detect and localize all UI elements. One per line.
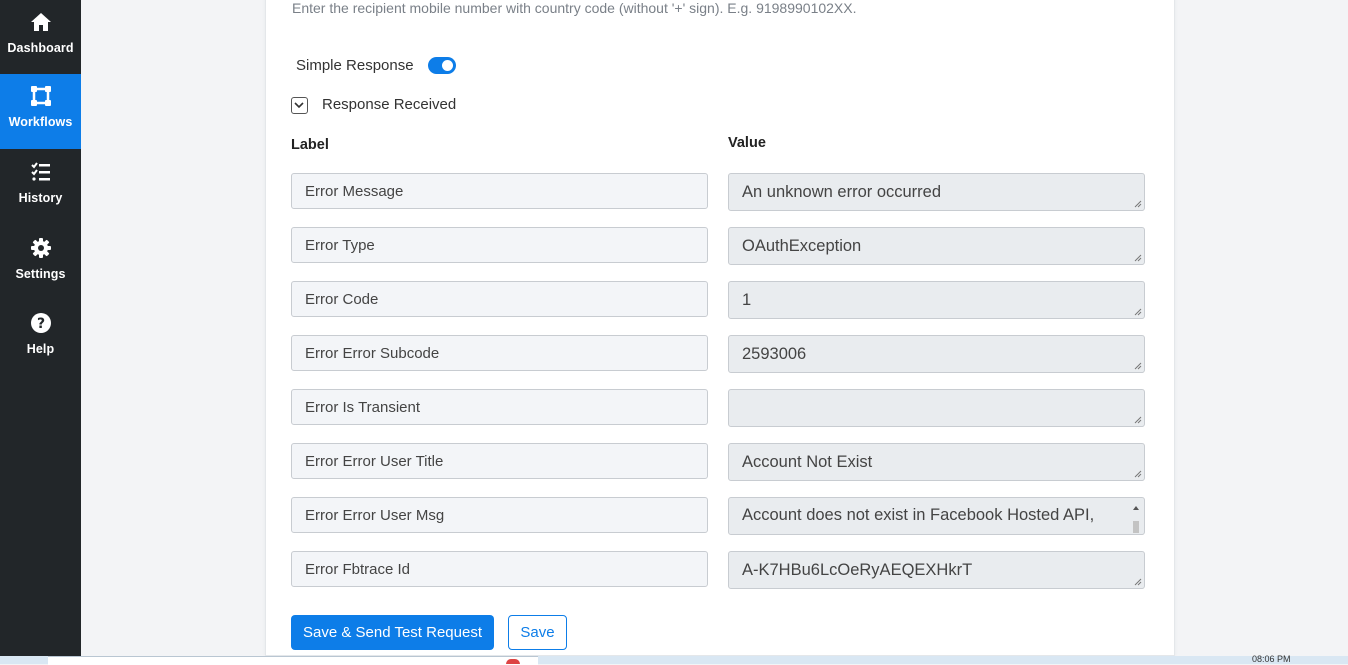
sidebar-item-label: Settings <box>15 267 66 281</box>
save-and-send-test-request-button[interactable]: Save & Send Test Request <box>291 615 494 650</box>
resize-grip-icon[interactable] <box>1134 200 1142 208</box>
sidebar-item-label: History <box>18 191 63 205</box>
textarea-scrollbar[interactable] <box>1130 501 1142 534</box>
label-field[interactable]: Error Type <box>291 227 708 263</box>
svg-text:?: ? <box>37 316 45 332</box>
resize-grip-icon[interactable] <box>1134 254 1142 262</box>
home-icon <box>30 11 52 33</box>
label-field[interactable]: Error Is Transient <box>291 389 708 425</box>
value-textarea[interactable]: Account Not Exist <box>728 443 1145 481</box>
label-field[interactable]: Error Error Subcode <box>291 335 708 371</box>
workflow-icon <box>30 85 52 107</box>
resize-grip-icon[interactable] <box>1134 578 1142 586</box>
value-column-header: Value <box>728 135 766 151</box>
value-text: An unknown error occurred <box>742 182 942 201</box>
value-text: 2593006 <box>742 344 807 363</box>
taskbar: 08:06 PM <box>0 654 1348 665</box>
label-field[interactable]: Error Message <box>291 173 708 209</box>
sidebar-item-workflows[interactable]: Workflows <box>0 74 81 149</box>
response-received-collapse[interactable] <box>291 97 308 114</box>
resize-grip-icon[interactable] <box>1134 362 1142 370</box>
simple-response-toggle[interactable] <box>428 57 456 74</box>
value-text: OAuthException <box>742 236 862 255</box>
response-received-label: Response Received <box>322 96 457 113</box>
save-button[interactable]: Save <box>508 615 567 650</box>
label-field[interactable]: Error Error User Title <box>291 443 708 479</box>
label-column-header: Label <box>291 137 329 153</box>
value-textarea[interactable]: A-K7HBu6LcOeRyAEQEXHkrT <box>728 551 1145 589</box>
value-text: 1 <box>742 290 752 309</box>
list-icon <box>30 161 52 183</box>
sidebar-item-settings[interactable]: Settings <box>0 226 81 301</box>
value-textarea[interactable]: 2593006 <box>728 335 1145 373</box>
value-text: A-K7HBu6LcOeRyAEQEXHkrT <box>742 560 973 579</box>
label-field[interactable]: Error Fbtrace Id <box>291 551 708 587</box>
toggle-knob <box>442 60 453 71</box>
taskbar-app-icon[interactable] <box>506 659 520 664</box>
value-textarea[interactable]: Account does not exist in Facebook Hoste… <box>728 497 1145 535</box>
sidebar-item-history[interactable]: History <box>0 150 81 225</box>
value-textarea[interactable] <box>728 389 1145 427</box>
value-textarea[interactable]: 1 <box>728 281 1145 319</box>
gear-icon <box>30 237 52 259</box>
resize-grip-icon[interactable] <box>1134 470 1142 478</box>
help-icon: ? <box>30 312 52 334</box>
chevron-down-icon <box>294 102 304 109</box>
label-field[interactable]: Error Error User Msg <box>291 497 708 533</box>
label-field[interactable]: Error Code <box>291 281 708 317</box>
resize-grip-icon[interactable] <box>1134 416 1142 424</box>
sidebar-item-label: Workflows <box>8 115 73 129</box>
sidebar-item-label: Dashboard <box>7 41 74 55</box>
sidebar-item-help[interactable]: ? Help <box>0 301 81 376</box>
help-text: Enter the recipient mobile number with c… <box>292 0 857 16</box>
sidebar-item-label: Help <box>26 342 55 356</box>
value-textarea[interactable]: An unknown error occurred <box>728 173 1145 211</box>
resize-grip-icon[interactable] <box>1134 308 1142 316</box>
sidebar-item-dashboard[interactable]: Dashboard <box>0 0 81 75</box>
value-text: Account Not Exist <box>742 452 873 471</box>
simple-response-label: Simple Response <box>296 57 414 74</box>
value-text: Account does not exist in Facebook Hoste… <box>742 506 1095 524</box>
sidebar: Dashboard Workflows History Settings ? H… <box>0 0 81 664</box>
value-textarea[interactable]: OAuthException <box>728 227 1145 265</box>
taskbar-clock: 08:06 PM <box>1252 654 1291 664</box>
